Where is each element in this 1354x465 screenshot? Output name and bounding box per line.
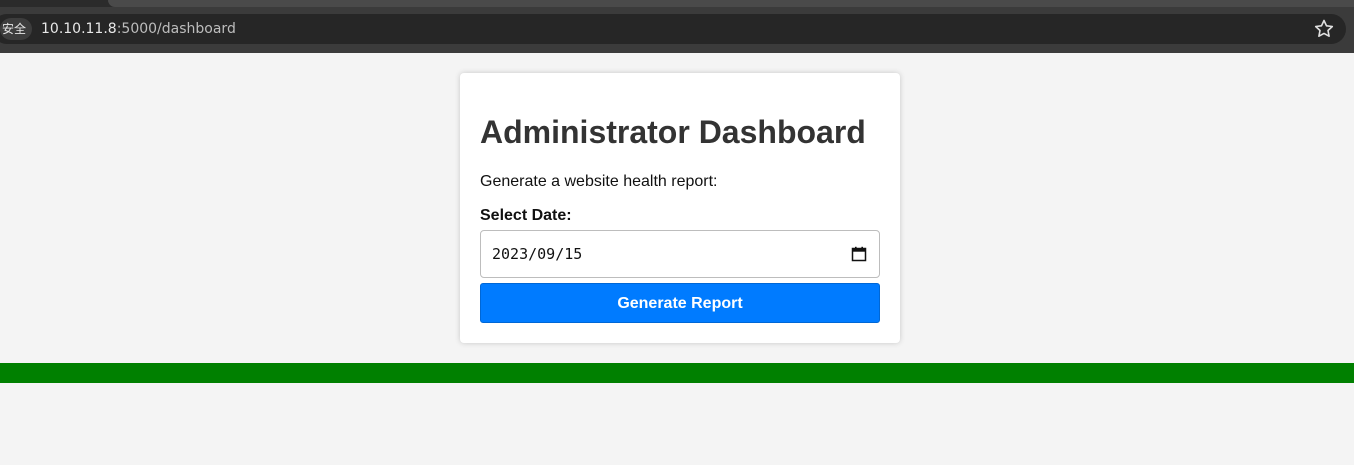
url-host: 10.10.11.8: [41, 21, 117, 37]
security-label: 安全: [2, 22, 27, 36]
site-security-chip[interactable]: 安全: [0, 18, 33, 40]
url-path: :5000/dashboard: [116, 21, 236, 37]
active-tab-edge[interactable]: [108, 0, 1354, 7]
star-icon[interactable]: [1312, 17, 1336, 41]
page-title: Administrator Dashboard: [480, 114, 866, 150]
dashboard-card: Administrator Dashboard Generate a websi…: [460, 73, 900, 343]
browser-toolbar: 安全 10.10.11.8:5000/dashboard: [0, 0, 1354, 53]
status-bar: [0, 363, 1354, 383]
url-text[interactable]: 10.10.11.8:5000/dashboard: [41, 20, 236, 38]
report-description: Generate a website health report:: [480, 173, 718, 190]
generate-report-button[interactable]: Generate Report: [480, 283, 880, 323]
calendar-icon[interactable]: [851, 246, 867, 262]
tab-strip: [0, 0, 1354, 7]
date-value: 2023/09/15: [492, 245, 583, 263]
date-input[interactable]: 2023/09/15: [480, 230, 880, 278]
date-label: Select Date:: [480, 207, 572, 224]
